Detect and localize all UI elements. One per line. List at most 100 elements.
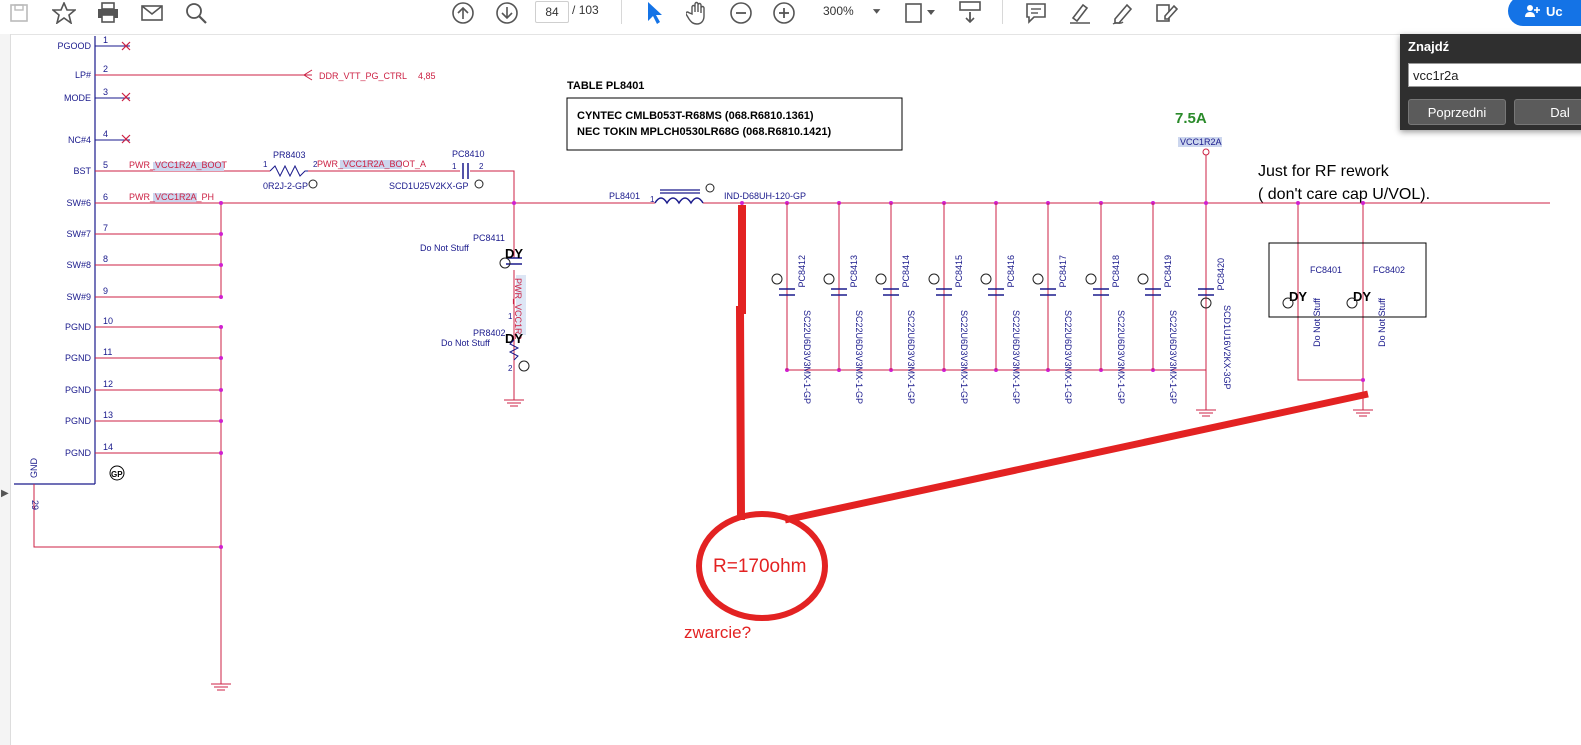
pin-number: 9 xyxy=(103,286,108,296)
pin-name: BST xyxy=(73,166,91,176)
cap-ref-label: PC8412 xyxy=(797,255,807,288)
ddr-net-label: DDR_VTT_PG_CTRL xyxy=(319,71,407,81)
do-not-stuff-label: Do Not Stuff xyxy=(1377,298,1387,347)
fc8401-label: FC8401 xyxy=(1310,265,1342,275)
cap-value-label: SC22U6D3V3MX-1-GP xyxy=(959,310,969,404)
pin-number: 14 xyxy=(103,442,113,452)
junction-dot xyxy=(512,201,516,205)
pin-number: 7 xyxy=(103,223,108,233)
gnd-pin-number: 29 xyxy=(30,500,40,510)
pc8410-label: PC8410 xyxy=(452,149,485,159)
junction-dot xyxy=(219,232,223,236)
gnd-pin-label: GND xyxy=(29,458,39,479)
pr8403-pin2: 2 xyxy=(313,160,318,169)
no-connect-marks xyxy=(121,41,131,144)
cap-value-label: SC22U6D3V3MX-1-GP xyxy=(1116,310,1126,404)
do-not-stuff-label: Do Not Stuff xyxy=(420,243,469,253)
junction-dot xyxy=(219,419,223,423)
pin-name: SW#8 xyxy=(66,260,91,270)
pin-name: PGND xyxy=(65,385,92,395)
pr8403-resistor xyxy=(269,164,308,178)
find-prev-button[interactable]: Poprzedni xyxy=(1408,99,1506,125)
pin-name: LP# xyxy=(75,70,91,80)
green-part-icon xyxy=(308,179,318,189)
cap-value-label: SC22U6D3V3MX-1-GP xyxy=(906,310,916,404)
junction-dot xyxy=(219,201,223,205)
pin-name: PGND xyxy=(65,448,92,458)
pin-number: 12 xyxy=(103,379,113,389)
table-box xyxy=(566,97,903,151)
junction-dot xyxy=(219,388,223,392)
table-row: NEC TOKIN MPLCH0530LR68G (068.R6810.1421… xyxy=(577,126,831,138)
junction-dot xyxy=(1204,201,1208,205)
pin-number: 4 xyxy=(103,129,108,139)
do-not-stuff-label: Do Not Stuff xyxy=(441,338,490,348)
pin-number: 1 xyxy=(103,35,108,45)
find-input[interactable]: vcc1r2a xyxy=(1408,63,1581,87)
pin-name: PGND xyxy=(65,353,92,363)
pr8403-value: 0R2J-2-GP xyxy=(263,181,308,191)
pin-name: MODE xyxy=(64,93,91,103)
cap-ref-label: PC8415 xyxy=(954,255,964,288)
fc8402-label: FC8402 xyxy=(1373,265,1405,275)
cap-ref-label: PC8416 xyxy=(1006,255,1016,288)
pr8403-label: PR8403 xyxy=(273,150,306,160)
pc8420-value: SCD1U16V2KX-3GP xyxy=(1222,305,1232,390)
green-part-icon xyxy=(1085,273,1097,285)
rail-label: VCC1R2A xyxy=(1180,137,1222,147)
dy-mark: DY xyxy=(1289,289,1307,304)
pc8410-pin2: 2 xyxy=(479,162,484,171)
pc8410-value: SCD1U25V2KX-GP xyxy=(389,181,469,191)
cap-ref-label: PC8417 xyxy=(1058,255,1068,288)
pin-number: 13 xyxy=(103,410,113,420)
junction-dot xyxy=(219,295,223,299)
cap-ref-label: PC8418 xyxy=(1111,255,1121,288)
green-part-icon xyxy=(980,273,992,285)
cap-ref-label: PC8413 xyxy=(849,255,859,288)
green-part-icon xyxy=(823,273,835,285)
green-part-icon xyxy=(771,273,783,285)
rf-note: Just for RF rework xyxy=(1258,163,1390,180)
junction-dot xyxy=(740,201,744,205)
pin-name: PGOOD xyxy=(57,41,91,51)
pin-number: 5 xyxy=(103,160,108,170)
table-row: CYNTEC CMLB053T-R68MS (068.R6810.1361) xyxy=(577,110,814,122)
cap-value-label: SC22U6D3V3MX-1-GP xyxy=(1168,310,1178,404)
pr8402-pin2: 2 xyxy=(508,364,513,373)
green-part-icon xyxy=(705,183,715,193)
green-part-icon xyxy=(518,360,530,372)
find-title: Znajdź xyxy=(1408,39,1450,54)
wire-junctions xyxy=(219,201,1365,549)
ic-pins: PGOOD 1 LP# 2 MODE 3 NC#4 4 BST 5 SW#6 6 SW#7 7 SW#8 8 S… xyxy=(57,35,130,458)
gp-mark: GP xyxy=(111,470,123,479)
do-not-stuff-label: Do Not Stuff xyxy=(1312,298,1322,347)
pin-name: NC#4 xyxy=(68,135,91,145)
pc8410-pin1: 1 xyxy=(452,162,457,171)
cap-ref-label: PC8414 xyxy=(901,255,911,288)
output-capacitors: PC8412 SC22U6D3V3MX-1-GP PC8413 SC22U6D3V3M… xyxy=(771,203,1178,404)
pin-number: 11 xyxy=(103,347,112,357)
pr8403-pin1: 1 xyxy=(263,160,268,169)
pc8420-label: PC8420 xyxy=(1216,258,1226,291)
resistance-annotation: R=170ohm xyxy=(713,556,806,577)
find-next-button[interactable]: Dal xyxy=(1514,99,1581,125)
pin-number: 10 xyxy=(103,316,113,326)
junction-dot xyxy=(219,451,223,455)
pin-name: SW#9 xyxy=(66,292,91,302)
short-question-annotation: zwarcie? xyxy=(684,623,751,642)
junction-dot xyxy=(1361,378,1365,382)
current-label: 7.5A xyxy=(1175,110,1207,127)
dy-mark: DY xyxy=(505,331,523,346)
ddr-ref-label: 4,85 xyxy=(418,71,436,81)
boot-net-a-label: PWR_VCC1R2A_BOOT_A xyxy=(317,159,426,169)
cap-value-label: SC22U6D3V3MX-1-GP xyxy=(1011,310,1021,404)
pl8401-label: PL8401 xyxy=(609,191,640,201)
green-part-icon xyxy=(928,273,940,285)
cap-value-label: SC22U6D3V3MX-1-GP xyxy=(854,310,864,404)
pin-name: PGND xyxy=(65,416,92,426)
pin-name: SW#7 xyxy=(66,229,91,239)
pr8402-pin1: 1 xyxy=(508,312,513,321)
pin-name: SW#6 xyxy=(66,198,91,208)
pin-number: 3 xyxy=(103,87,108,97)
cap-value-label: SC22U6D3V3MX-1-GP xyxy=(802,310,812,404)
